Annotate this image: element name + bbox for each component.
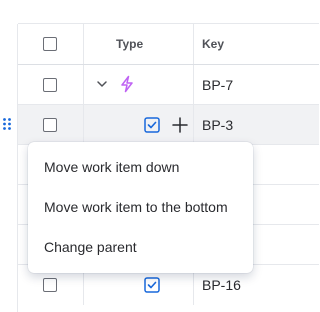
table-top-edge: [18, 0, 319, 24]
chevron-down-icon[interactable]: [96, 78, 108, 90]
row-select-checkbox[interactable]: [43, 78, 57, 92]
lightning-epic-icon: [121, 75, 133, 93]
row-select-checkbox[interactable]: [43, 278, 57, 292]
menu-item-move-down[interactable]: Move work item down: [28, 147, 253, 187]
drag-handle-icon[interactable]: [2, 117, 12, 131]
checkbox-task-icon: [144, 277, 160, 293]
table-row[interactable]: BP-3: [3, 105, 319, 145]
table-header-row: Type Key: [18, 24, 319, 65]
select-all-checkbox[interactable]: [43, 37, 57, 51]
work-item-key[interactable]: BP-16: [202, 277, 241, 293]
work-item-key[interactable]: BP-7: [202, 77, 233, 93]
column-header-key[interactable]: Key: [202, 37, 224, 51]
table-row[interactable]: BP-7: [18, 65, 319, 105]
add-child-icon[interactable]: [171, 116, 189, 134]
row-select-checkbox[interactable]: [43, 118, 57, 132]
column-header-type[interactable]: Type: [116, 37, 143, 51]
row-actions-menu: Move work item down Move work item to th…: [28, 142, 253, 273]
menu-item-move-to-bottom[interactable]: Move work item to the bottom: [28, 187, 253, 227]
work-item-key[interactable]: BP-3: [202, 117, 233, 133]
checkbox-task-icon: [144, 117, 160, 133]
menu-item-change-parent[interactable]: Change parent: [28, 227, 253, 267]
